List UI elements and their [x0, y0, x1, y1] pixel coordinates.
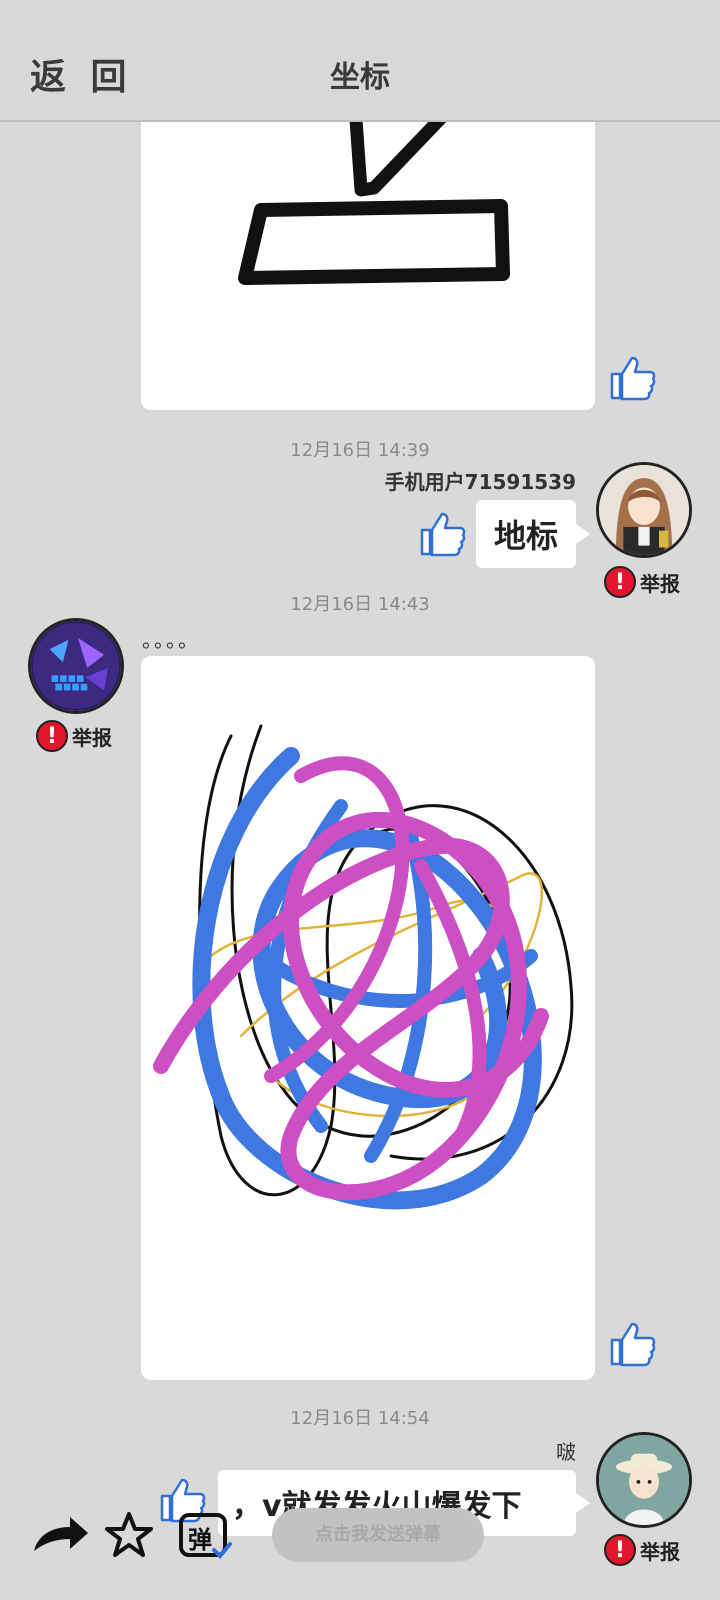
- avatar-game-character-image: [31, 621, 121, 711]
- share-arrow-icon[interactable]: [30, 1515, 90, 1555]
- username: 。。。。: [142, 628, 200, 652]
- drawing-image-1: [238, 111, 510, 285]
- timestamp: 12月16日 14:43: [290, 594, 430, 615]
- danmu-input[interactable]: 点击我发送弹幕: [272, 1508, 484, 1562]
- message-text: 地标: [493, 517, 558, 555]
- thumbs-up-icon[interactable]: [606, 352, 658, 404]
- exclamation-icon: !: [36, 720, 68, 752]
- drawing-card-1[interactable]: [141, 110, 595, 410]
- top-bar: 返 回 坐标: [0, 0, 720, 122]
- report-label: 举报: [72, 725, 112, 750]
- avatar[interactable]: [596, 462, 692, 558]
- danmu-icon-label: 弹: [188, 1526, 212, 1554]
- page-title: 坐标: [330, 60, 390, 95]
- timestamp: 12月16日 14:54: [290, 1408, 430, 1429]
- star-icon[interactable]: [104, 1510, 154, 1560]
- danmu-icon[interactable]: 弹: [178, 1512, 232, 1560]
- report-button[interactable]: ! 举报: [36, 720, 112, 752]
- avatar[interactable]: [28, 618, 124, 714]
- drawing-card-2[interactable]: [141, 656, 595, 1380]
- thumbs-up-icon[interactable]: [416, 508, 468, 560]
- avatar-anime-girl-image: [599, 465, 689, 555]
- username: 手机用户71591539: [384, 470, 576, 494]
- drawing-image-2: [153, 724, 574, 1210]
- thumbs-up-icon[interactable]: [606, 1318, 658, 1370]
- message-bubble[interactable]: 地标: [476, 500, 590, 568]
- username: 啵: [556, 1440, 576, 1464]
- timestamp: 12月16日 14:39: [290, 440, 430, 461]
